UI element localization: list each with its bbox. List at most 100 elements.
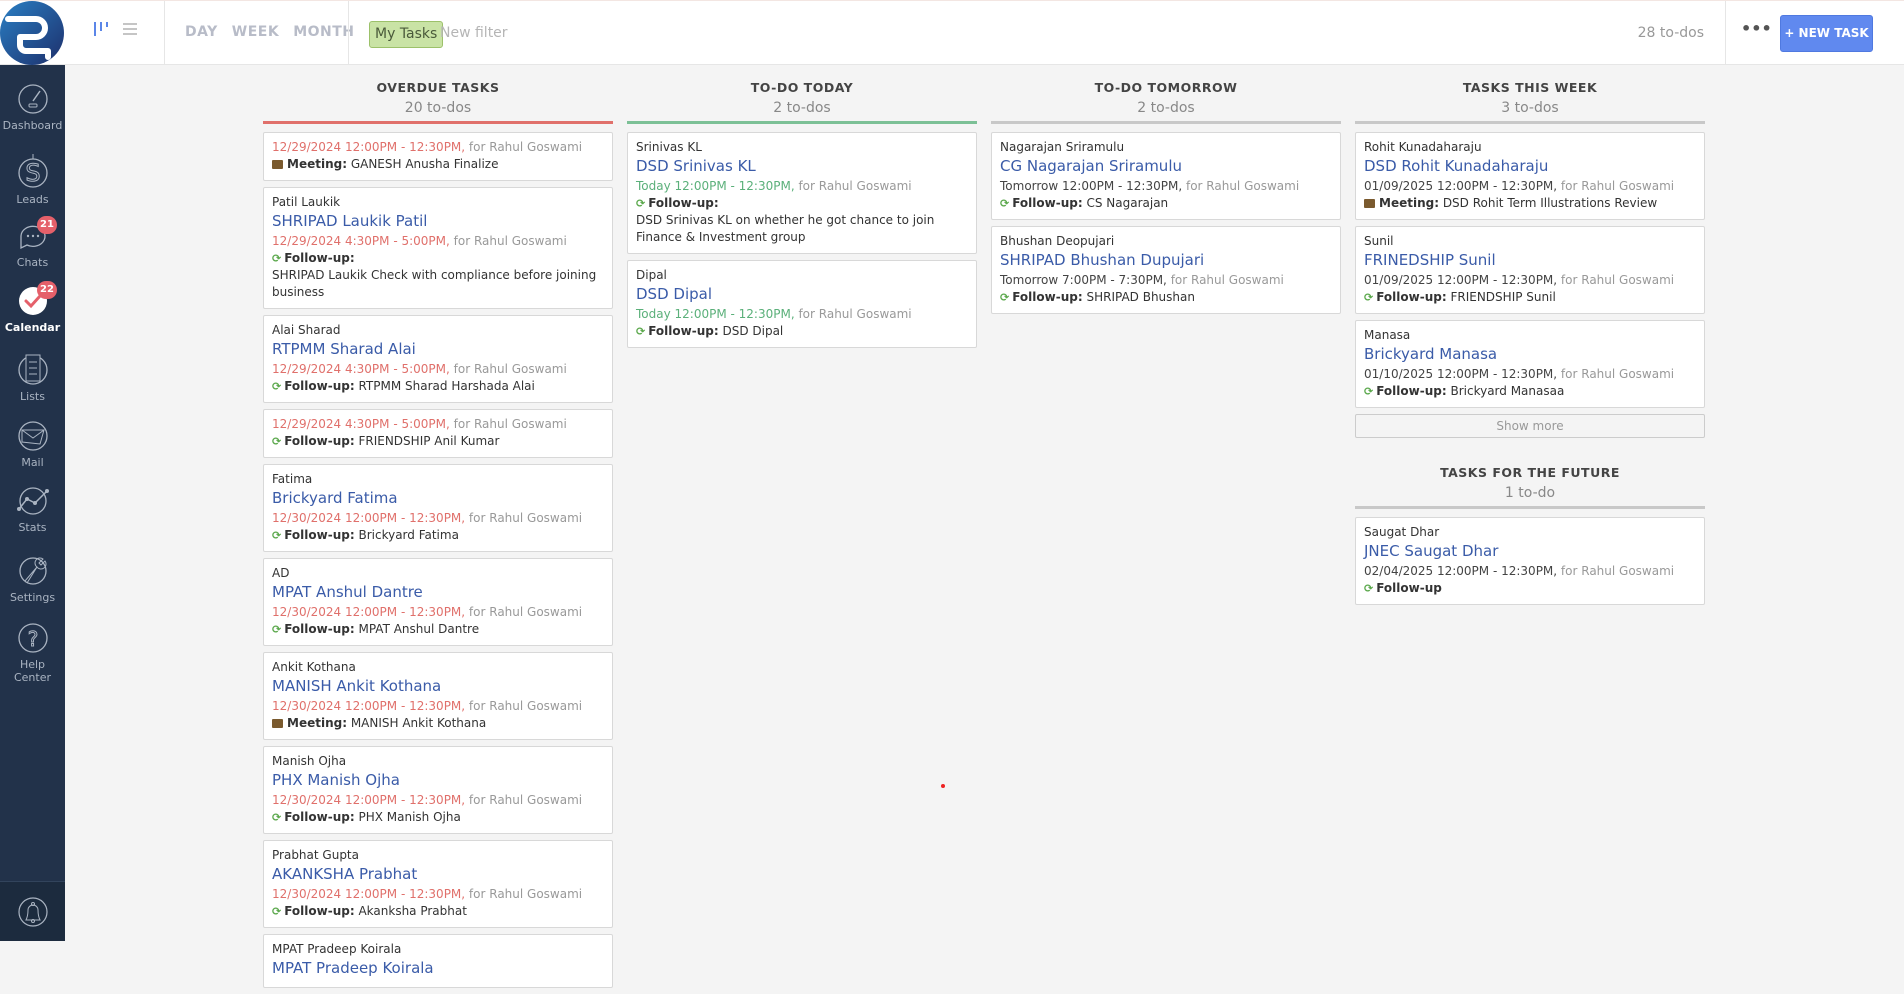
sidebar-item-mail[interactable]: Mail [0,420,65,469]
task-card[interactable]: Alai Sharad RTPMM Sharad Alai 12/29/2024 4… [263,315,613,403]
task-card[interactable]: Ankit Kothana MANISH Ankit Kothana 12/30/2… [263,652,613,740]
follow-up-icon: ⟳ [1364,385,1374,398]
view-switch [92,21,138,41]
column-header: OVERDUE TASKS 20 to-dos [263,65,613,121]
task-lead-link[interactable]: DSD Rohit Kunadaharaju [1364,156,1696,176]
task-lead-link[interactable]: DSD Dipal [636,284,968,304]
task-lead-link[interactable]: Brickyard Manasa [1364,344,1696,364]
divider [164,1,165,65]
task-lead-link[interactable]: JNEC Saugat Dhar [1364,541,1696,561]
calendar-badge: 22 [37,281,57,299]
task-lead-link[interactable]: Brickyard Fatima [272,488,604,508]
task-contact[interactable]: Srinivas KL [636,139,968,156]
task-card[interactable]: Sunil FRINEDSHIP Sunil 01/09/2025 12:00PM … [1355,226,1705,314]
task-card[interactable]: Manasa Brickyard Manasa 01/10/2025 12:00PM… [1355,320,1705,408]
task-type: Follow-up: [284,810,355,824]
task-contact[interactable]: Bhushan Deopujari [1000,233,1332,250]
task-lead-link[interactable]: FRINEDSHIP Sunil [1364,250,1696,270]
sidebar-item-chats[interactable]: 21 Chats [0,216,65,269]
follow-up-icon: ⟳ [272,252,282,265]
task-contact[interactable]: Nagarajan Sriramulu [1000,139,1332,156]
task-contact[interactable]: Manasa [1364,327,1696,344]
sidebar-item-dashboard[interactable]: Dashboard [0,83,65,132]
show-more-button[interactable]: Show more [1355,414,1705,438]
divider [348,1,349,65]
task-datetime: 01/09/2025 12:00PM - 12:30PM, [1364,273,1558,287]
sidebar-item-label: Help Center [13,658,52,684]
briefcase-icon [272,160,283,169]
task-contact[interactable]: AD [272,565,604,582]
task-lead-link[interactable]: PHX Manish Ojha [272,770,604,790]
task-assignee: for Rahul Goswami [465,699,583,713]
list-view-icon[interactable] [122,21,138,41]
follow-up-icon: ⟳ [272,811,282,824]
task-lead-link[interactable]: MPAT Anshul Dantre [272,582,604,602]
task-contact[interactable]: Dipal [636,267,968,284]
sidebar-item-calendar[interactable]: 22 Calendar [0,281,65,334]
task-card[interactable]: Saugat Dhar JNEC Saugat Dhar 02/04/2025 12… [1355,517,1705,605]
task-lead-link[interactable]: AKANKSHA Prabhat [272,864,604,884]
sidebar-item-leads[interactable]: S Leads [0,153,65,206]
task-contact[interactable]: Rohit Kunadaharaju [1364,139,1696,156]
app-logo[interactable] [0,1,65,66]
task-lead-link[interactable]: CG Nagarajan Sriramulu [1000,156,1332,176]
task-card[interactable]: Bhushan Deopujari SHRIPAD Bhushan Dupujar… [991,226,1341,314]
sidebar-item-settings[interactable]: Settings [0,553,65,604]
task-card[interactable]: MPAT Pradeep Koirala MPAT Pradeep Koirala [263,934,613,988]
task-contact[interactable]: Patil Laukik [272,194,604,211]
task-type: Follow-up: [284,528,355,542]
task-assignee: for Rahul Goswami [465,887,583,901]
follow-up-icon: ⟳ [272,380,282,393]
sidebar-item-lists[interactable]: Lists [0,352,65,403]
task-lead-link[interactable]: MPAT Pradeep Koirala [272,958,604,978]
new-filter-link[interactable]: New filter [440,25,508,41]
sidebar-item-stats[interactable]: Stats [0,485,65,534]
stats-icon [16,487,49,515]
task-contact[interactable]: Manish Ojha [272,753,604,770]
bell-icon[interactable] [17,896,49,928]
task-lead-link[interactable]: RTPMM Sharad Alai [272,339,604,359]
filter-chip-my-tasks[interactable]: My Tasks [369,21,444,48]
task-lead-link[interactable]: DSD Srinivas KL [636,156,968,176]
task-lead-link[interactable]: SHRIPAD Bhushan Dupujari [1000,250,1332,270]
task-contact[interactable]: Prabhat Gupta [272,847,604,864]
task-card[interactable]: Manish Ojha PHX Manish Ojha 12/30/2024 12:… [263,746,613,834]
task-contact[interactable]: Ankit Kothana [272,659,604,676]
task-type: Meeting: [287,157,347,171]
more-options-button[interactable]: ••• [1741,19,1772,47]
column-divider [1355,506,1705,509]
task-card[interactable]: AD MPAT Anshul Dantre 12/30/2024 12:00PM -… [263,558,613,646]
task-contact[interactable]: Sunil [1364,233,1696,250]
column-divider [627,121,977,124]
task-assignee: for Rahul Goswami [449,417,567,431]
new-task-button[interactable]: + NEW TASK [1780,15,1873,52]
task-card[interactable]: Nagarajan Sriramulu CG Nagarajan Sriramul… [991,132,1341,220]
task-contact[interactable]: MPAT Pradeep Koirala [272,941,604,958]
task-card[interactable]: Dipal DSD Dipal Today 12:00PM - 12:30PM, f… [627,260,977,348]
tab-day[interactable]: DAY [185,24,218,40]
task-lead-link[interactable]: SHRIPAD Laukik Patil [272,211,604,231]
task-contact[interactable]: Fatima [272,471,604,488]
task-card[interactable]: Prabhat Gupta AKANKSHA Prabhat 12/30/2024 … [263,840,613,928]
task-card[interactable]: Rohit Kunadaharaju DSD Rohit Kunadaharaju… [1355,132,1705,220]
task-description: GANESH Anusha Finalize [347,157,499,171]
task-contact[interactable]: Saugat Dhar [1364,524,1696,541]
task-type: Follow-up: [1012,290,1083,304]
task-card[interactable]: Srinivas KL DSD Srinivas KL Today 12:00PM … [627,132,977,254]
chats-badge: 21 [37,216,57,234]
task-card[interactable]: Patil Laukik SHRIPAD Laukik Patil 12/29/20… [263,187,613,309]
task-contact[interactable]: Alai Sharad [272,322,604,339]
tab-month[interactable]: MONTH [293,24,354,40]
task-lead-link[interactable]: MANISH Ankit Kothana [272,676,604,696]
task-card[interactable]: Fatima Brickyard Fatima 12/30/2024 12:00PM… [263,464,613,552]
task-card[interactable]: 12/29/2024 4:30PM - 5:00PM, for Rahul Go… [263,409,613,458]
list-icon [17,354,48,385]
task-card[interactable]: 12/29/2024 12:00PM - 12:30PM, for Rahul … [263,132,613,181]
tab-week[interactable]: WEEK [232,24,279,40]
task-datetime: Tomorrow 12:00PM - 12:30PM, [1000,179,1183,193]
task-description: PHX Manish Ojha [354,810,461,824]
sidebar-item-help-center[interactable]: ? Help Center [0,620,65,684]
help-icon: ? [17,623,48,653]
board-view-icon[interactable] [92,21,108,41]
column-title: TO-DO TODAY [750,80,854,95]
